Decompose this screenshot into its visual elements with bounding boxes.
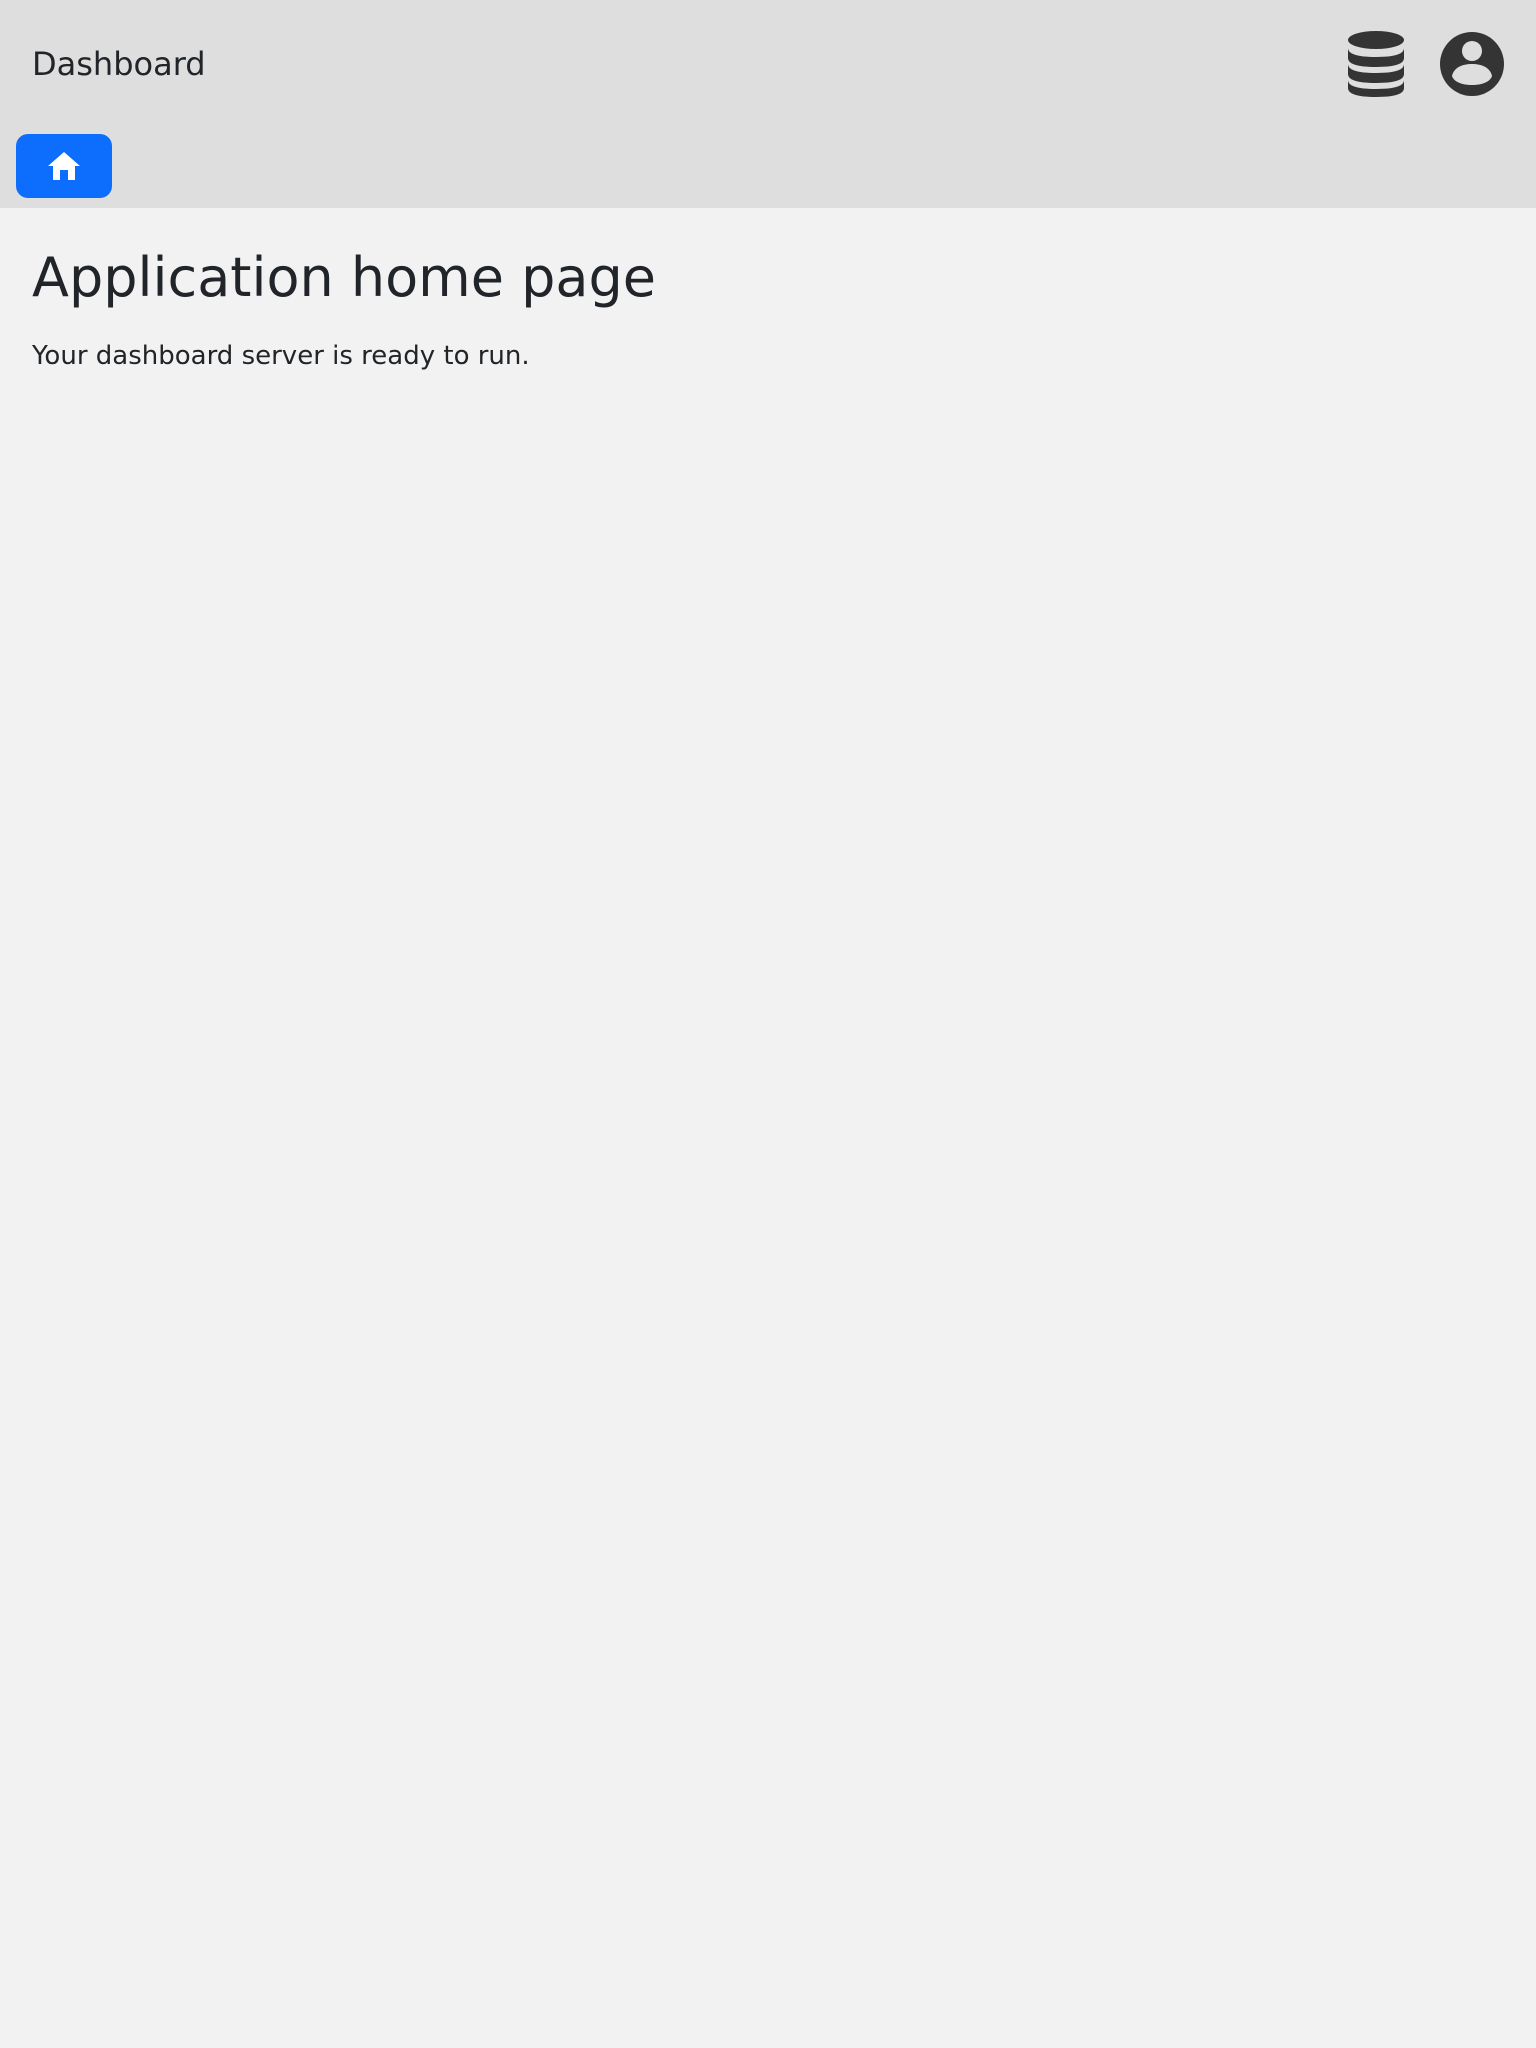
home-button[interactable] (16, 134, 112, 198)
app-title: Dashboard (32, 45, 206, 83)
status-message: Your dashboard server is ready to run. (32, 341, 530, 371)
database-icon[interactable] (1346, 30, 1406, 98)
home-icon (48, 152, 80, 180)
app-header: Dashboard (0, 0, 1536, 208)
user-circle-icon[interactable] (1438, 30, 1506, 98)
main-content: Application home page Your dashboard ser… (0, 208, 1536, 2048)
page-title: Application home page (32, 246, 657, 309)
